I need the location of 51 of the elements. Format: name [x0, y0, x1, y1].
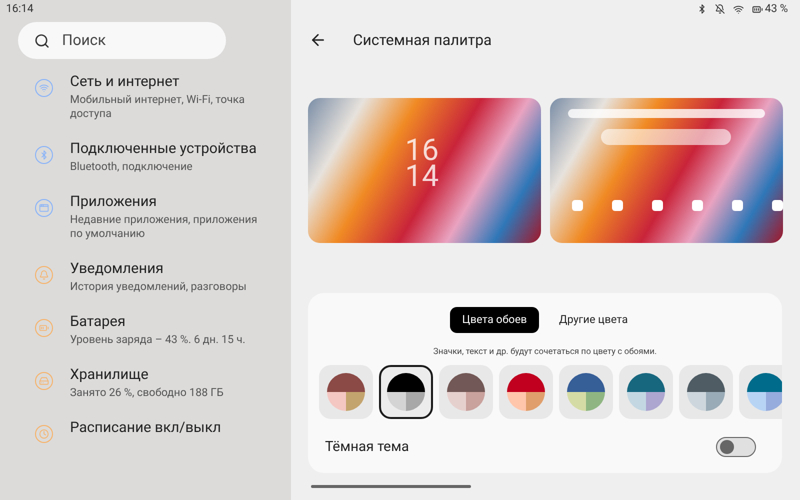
wifi-icon [732, 4, 744, 14]
app-icon [772, 200, 783, 211]
dark-theme-switch[interactable] [716, 437, 756, 458]
item-title: Расписание вкл/выкл [70, 419, 222, 437]
item-title: Сеть и интернет [70, 73, 180, 91]
item-subtitle: Мобильный интернет, Wi-Fi, точка доступа [70, 93, 246, 121]
status-time: 16:14 [6, 0, 34, 17]
color-swatch[interactable] [619, 364, 673, 419]
item-subtitle: Bluetooth, подключение [70, 160, 194, 174]
item-subtitle: Уровень заряда – 43 %. 6 дн. 15 ч. [70, 333, 246, 347]
back-icon[interactable] [309, 31, 327, 49]
clock-minutes: 14 [405, 164, 439, 190]
item-title: Хранилище [70, 366, 150, 384]
settings-item[interactable]: Уведомления История уведомлений, разговоры [0, 260, 291, 294]
color-swatch[interactable] [379, 364, 433, 419]
app-icon [572, 200, 583, 211]
settings-item[interactable]: Хранилище Занято 26 %, свободно 188 ГБ [0, 366, 291, 400]
settings-item[interactable]: Расписание вкл/выкл [0, 419, 291, 443]
battery-icon [752, 4, 763, 14]
palette-tab[interactable]: Другие цвета [546, 307, 640, 333]
color-swatch[interactable] [319, 364, 373, 419]
item-title: Уведомления [70, 260, 164, 278]
item-title: Приложения [70, 193, 158, 211]
app-icon [652, 200, 663, 211]
page-title: Системная палитра [353, 30, 492, 51]
hint-text: Значки, текст и др. будут сочетаться по цвету с обоями. [433, 346, 657, 359]
app-icon [612, 200, 623, 211]
app-icon [692, 200, 703, 211]
settings-item[interactable]: Батарея Уровень заряда – 43 %. 6 дн. 15 ч. [0, 313, 291, 347]
color-swatch[interactable] [739, 364, 782, 419]
item-title: Подключенные устройства [70, 140, 257, 158]
bluetooth-icon [696, 4, 707, 14]
app-icon [732, 200, 743, 211]
color-swatch[interactable] [559, 364, 613, 419]
mute-icon [714, 4, 725, 14]
color-swatch[interactable] [499, 364, 553, 419]
item-subtitle: Недавние приложения, приложения по умолчанию [70, 213, 258, 241]
search-icon [34, 32, 50, 48]
settings-item[interactable]: Сеть и интернет Мобильный интернет, Wi-Fi, точка доступа [0, 73, 291, 121]
item-subtitle: Занято 26 %, свободно 188 ГБ [70, 386, 224, 400]
dark-theme-label: Тёмная тема [325, 438, 409, 457]
settings-item[interactable]: Подключенные устройства Bluetooth, подключение [0, 140, 291, 174]
battery-level: 43 % [764, 0, 788, 17]
item-subtitle: История уведомлений, разговоры [70, 280, 247, 294]
search-field[interactable]: Поиск [18, 22, 226, 59]
settings-item[interactable]: Приложения Недавние приложения, приложения по умолчанию [0, 193, 291, 241]
color-swatch[interactable] [439, 364, 493, 419]
palette-tab[interactable]: Цвета обоев [450, 307, 539, 333]
item-title: Батарея [70, 313, 126, 331]
color-swatch[interactable] [679, 364, 733, 419]
clock-hours: 16 [405, 138, 439, 164]
